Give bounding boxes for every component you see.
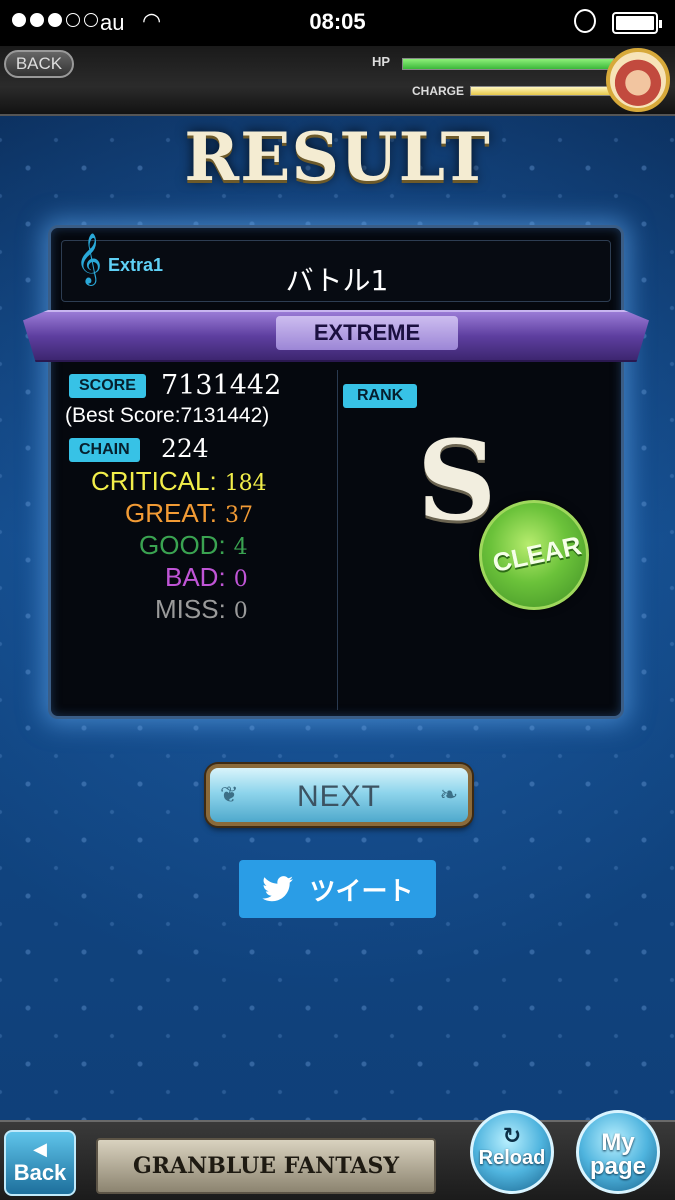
charge-label: CHARGE	[412, 84, 465, 98]
reload-button[interactable]: ↻ Reload	[470, 1110, 554, 1194]
stat-bad-value: 0	[233, 567, 248, 592]
stat-critical-value: 184	[224, 471, 267, 496]
tweet-button-label: ツイート	[309, 876, 414, 907]
next-button-label: NEXT	[296, 780, 381, 813]
hp-bar-fill	[403, 59, 613, 69]
stat-bad: BAD: 0	[165, 562, 248, 593]
hp-label: HP	[372, 54, 391, 69]
charge-bar	[470, 86, 614, 96]
stat-critical: CRITICAL: 184	[91, 466, 267, 497]
stat-miss-label: MISS:	[155, 594, 226, 624]
game-header: BACK HP CHARGE	[0, 46, 675, 116]
stat-great-label: GREAT:	[125, 498, 217, 528]
back-arrow-icon: ◀	[33, 1139, 47, 1159]
song-title: バトル1	[285, 264, 389, 297]
clear-badge: CLEAR	[479, 500, 589, 610]
rank-letter: S	[417, 416, 497, 545]
chain-value: 224	[161, 434, 209, 463]
panel-divider	[337, 370, 338, 710]
twitter-bird-icon	[262, 876, 294, 902]
avatar[interactable]	[606, 48, 670, 112]
bottom-back-button[interactable]: ◀ Back	[4, 1130, 76, 1196]
stat-great: GREAT: 37	[125, 498, 253, 529]
charge-bar-fill	[471, 87, 613, 95]
bottom-nav: ◀ Back GRANBLUE FANTASY	[0, 1120, 675, 1200]
hp-bar	[402, 58, 614, 70]
reload-label: Reload	[478, 1147, 546, 1169]
clear-label: CLEAR	[489, 530, 584, 578]
result-panel: 𝄞 Extra1 バトル1 EXTREME SCORE 7131442 (Bes…	[23, 225, 649, 719]
bottom-back-label: Back	[13, 1160, 67, 1185]
stat-good-label: GOOD:	[139, 530, 226, 560]
best-score: (Best Score:7131442)	[65, 404, 270, 427]
mypage-label: My page	[589, 1129, 646, 1180]
score-badge: SCORE	[69, 374, 146, 398]
back-button[interactable]: BACK	[4, 50, 74, 78]
stat-great-value: 37	[224, 503, 253, 528]
rank-badge: RANK	[343, 384, 418, 408]
difficulty-label: EXTREME	[276, 316, 458, 350]
stat-critical-label: CRITICAL:	[91, 466, 217, 496]
stat-good: GOOD: 4	[139, 530, 248, 561]
game-logo: GRANBLUE FANTASY	[96, 1138, 436, 1194]
stat-miss-value: 0	[233, 599, 248, 624]
battery-icon	[612, 12, 662, 34]
next-button[interactable]: ❦ NEXT ❧	[206, 764, 472, 826]
rotation-lock-icon	[574, 9, 596, 33]
stat-miss: MISS: 0	[155, 594, 248, 625]
page-title: RESULT	[184, 118, 491, 196]
status-bar: au ◠ 08:05	[0, 0, 675, 46]
reload-icon: ↻	[502, 1123, 522, 1148]
tweet-button[interactable]: ツイート	[239, 860, 436, 918]
chain-badge: CHAIN	[69, 438, 140, 462]
score-value: 7131442	[161, 370, 282, 401]
stat-good-value: 4	[233, 535, 248, 560]
mypage-button[interactable]: My page	[576, 1110, 660, 1194]
ornament-right-icon: ❧	[439, 782, 458, 807]
song-header: 𝄞 Extra1 バトル1	[61, 233, 611, 302]
stat-bad-label: BAD:	[165, 562, 226, 592]
